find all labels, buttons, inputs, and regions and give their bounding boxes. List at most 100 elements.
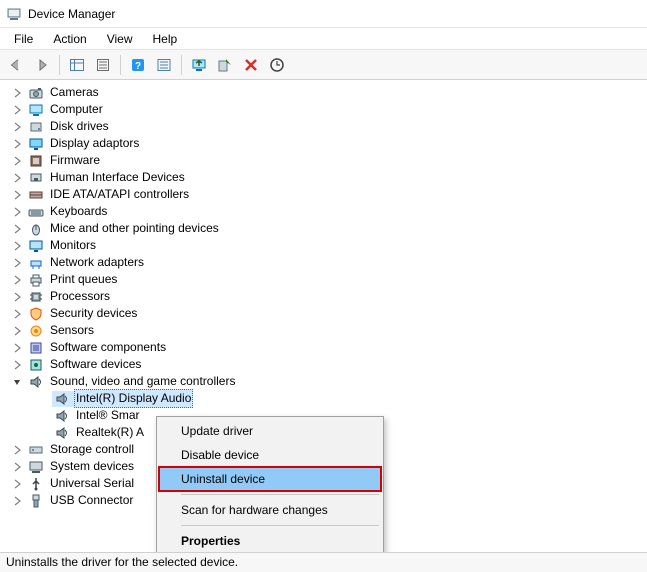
sound-icon — [54, 391, 70, 407]
tree-node[interactable]: Firmware — [8, 152, 647, 169]
tree-child-node[interactable]: Intel(R) Display Audio — [8, 390, 647, 407]
update-driver-button[interactable] — [187, 53, 211, 77]
tree-node[interactable]: Sensors — [8, 322, 647, 339]
tree-node[interactable]: Processors — [8, 288, 647, 305]
list-button[interactable] — [152, 53, 176, 77]
chevron-right-icon[interactable] — [12, 258, 26, 268]
uninstall-button[interactable] — [239, 53, 263, 77]
context-menu-item[interactable]: Scan for hardware changes — [159, 498, 381, 522]
chevron-right-icon[interactable] — [12, 139, 26, 149]
chevron-right-icon[interactable] — [12, 207, 26, 217]
chevron-right-icon[interactable] — [12, 105, 26, 115]
tree-node[interactable]: Display adaptors — [8, 135, 647, 152]
mouse-icon — [28, 221, 44, 237]
disk-icon — [28, 119, 44, 135]
menu-view[interactable]: View — [97, 30, 143, 48]
tree-node-label: Intel(R) Display Audio — [74, 389, 193, 408]
menu-file[interactable]: File — [4, 30, 43, 48]
tree-node-label: IDE ATA/ATAPI controllers — [48, 186, 191, 203]
chevron-right-icon[interactable] — [12, 190, 26, 200]
chevron-down-icon[interactable] — [12, 377, 26, 387]
printer-icon — [28, 272, 44, 288]
chevron-right-icon[interactable] — [12, 275, 26, 285]
context-menu-separator — [181, 494, 379, 495]
context-menu-item-label: Properties — [181, 534, 240, 548]
svg-text:?: ? — [135, 61, 141, 72]
context-menu-item[interactable]: Update driver — [159, 419, 381, 443]
tree-node[interactable]: Human Interface Devices — [8, 169, 647, 186]
tree-node[interactable]: Computer — [8, 101, 647, 118]
chevron-right-icon[interactable] — [12, 496, 26, 506]
toolbar-separator — [181, 55, 182, 75]
chevron-right-icon[interactable] — [12, 292, 26, 302]
enable-button[interactable] — [213, 53, 237, 77]
chevron-right-icon[interactable] — [12, 88, 26, 98]
keyboard-icon — [28, 204, 44, 220]
tree-node[interactable]: Software devices — [8, 356, 647, 373]
chevron-right-icon[interactable] — [12, 122, 26, 132]
menu-help[interactable]: Help — [143, 30, 188, 48]
camera-icon — [28, 85, 44, 101]
chevron-right-icon[interactable] — [12, 445, 26, 455]
scan-hardware-button[interactable] — [265, 53, 289, 77]
tree-node-label: Universal Serial — [48, 475, 136, 492]
menu-action[interactable]: Action — [43, 30, 96, 48]
tree-node-label: Security devices — [48, 305, 139, 322]
context-menu-item-label: Disable device — [181, 448, 259, 462]
chevron-right-icon[interactable] — [12, 173, 26, 183]
swcomp-icon — [28, 340, 44, 356]
context-menu: Update driver Disable device Uninstall dev… — [156, 416, 384, 556]
tree-node[interactable]: IDE ATA/ATAPI controllers — [8, 186, 647, 203]
tree-node-label: Display adaptors — [48, 135, 141, 152]
menubar: File Action View Help — [0, 28, 647, 50]
tree-node[interactable]: Sound, video and game controllers — [8, 373, 647, 390]
chevron-right-icon[interactable] — [12, 326, 26, 336]
chevron-right-icon[interactable] — [12, 241, 26, 251]
tree-node[interactable]: Mice and other pointing devices — [8, 220, 647, 237]
context-menu-item[interactable]: Uninstall device — [159, 467, 381, 491]
tree-node-label: USB Connector — [48, 492, 135, 509]
tree-node[interactable]: Disk drives — [8, 118, 647, 135]
help-button[interactable]: ? — [126, 53, 150, 77]
context-menu-item[interactable]: Properties — [159, 529, 381, 553]
toolbar-separator — [120, 55, 121, 75]
chevron-right-icon[interactable] — [12, 156, 26, 166]
window-title: Device Manager — [28, 7, 115, 21]
forward-button[interactable] — [30, 53, 54, 77]
tree-node[interactable]: Monitors — [8, 237, 647, 254]
tree-node-label: Software devices — [48, 356, 143, 373]
system-icon — [28, 459, 44, 475]
tree-node[interactable]: Security devices — [8, 305, 647, 322]
chevron-right-icon[interactable] — [12, 479, 26, 489]
sound-icon — [54, 408, 70, 424]
tree-node[interactable]: Network adapters — [8, 254, 647, 271]
show-hide-tree-button[interactable] — [65, 53, 89, 77]
cpu-icon — [28, 289, 44, 305]
back-button[interactable] — [4, 53, 28, 77]
tree-node[interactable]: Print queues — [8, 271, 647, 288]
context-menu-separator — [181, 525, 379, 526]
toolbar-separator — [59, 55, 60, 75]
tree-node[interactable]: Keyboards — [8, 203, 647, 220]
tree-node-label: Keyboards — [48, 203, 109, 220]
chevron-right-icon[interactable] — [12, 462, 26, 472]
chevron-right-icon[interactable] — [12, 343, 26, 353]
chevron-right-icon[interactable] — [12, 224, 26, 234]
network-icon — [28, 255, 44, 271]
usb-icon — [28, 476, 44, 492]
computer-icon — [28, 102, 44, 118]
status-bar: Uninstalls the driver for the selected d… — [0, 552, 647, 572]
tree-node-label: Software components — [48, 339, 168, 356]
properties-button[interactable] — [91, 53, 115, 77]
chevron-right-icon[interactable] — [12, 360, 26, 370]
tree-node[interactable]: Software components — [8, 339, 647, 356]
tree-node[interactable]: Cameras — [8, 84, 647, 101]
tree-node-label: Sound, video and game controllers — [48, 373, 237, 390]
tree-node-label: System devices — [48, 458, 136, 475]
status-text: Uninstalls the driver for the selected d… — [6, 555, 238, 569]
chevron-right-icon[interactable] — [12, 309, 26, 319]
tree-node-label: Intel® Smar — [74, 407, 142, 424]
tree-node-label: Print queues — [48, 271, 119, 288]
context-menu-item[interactable]: Disable device — [159, 443, 381, 467]
tree-node-label: Monitors — [48, 237, 98, 254]
